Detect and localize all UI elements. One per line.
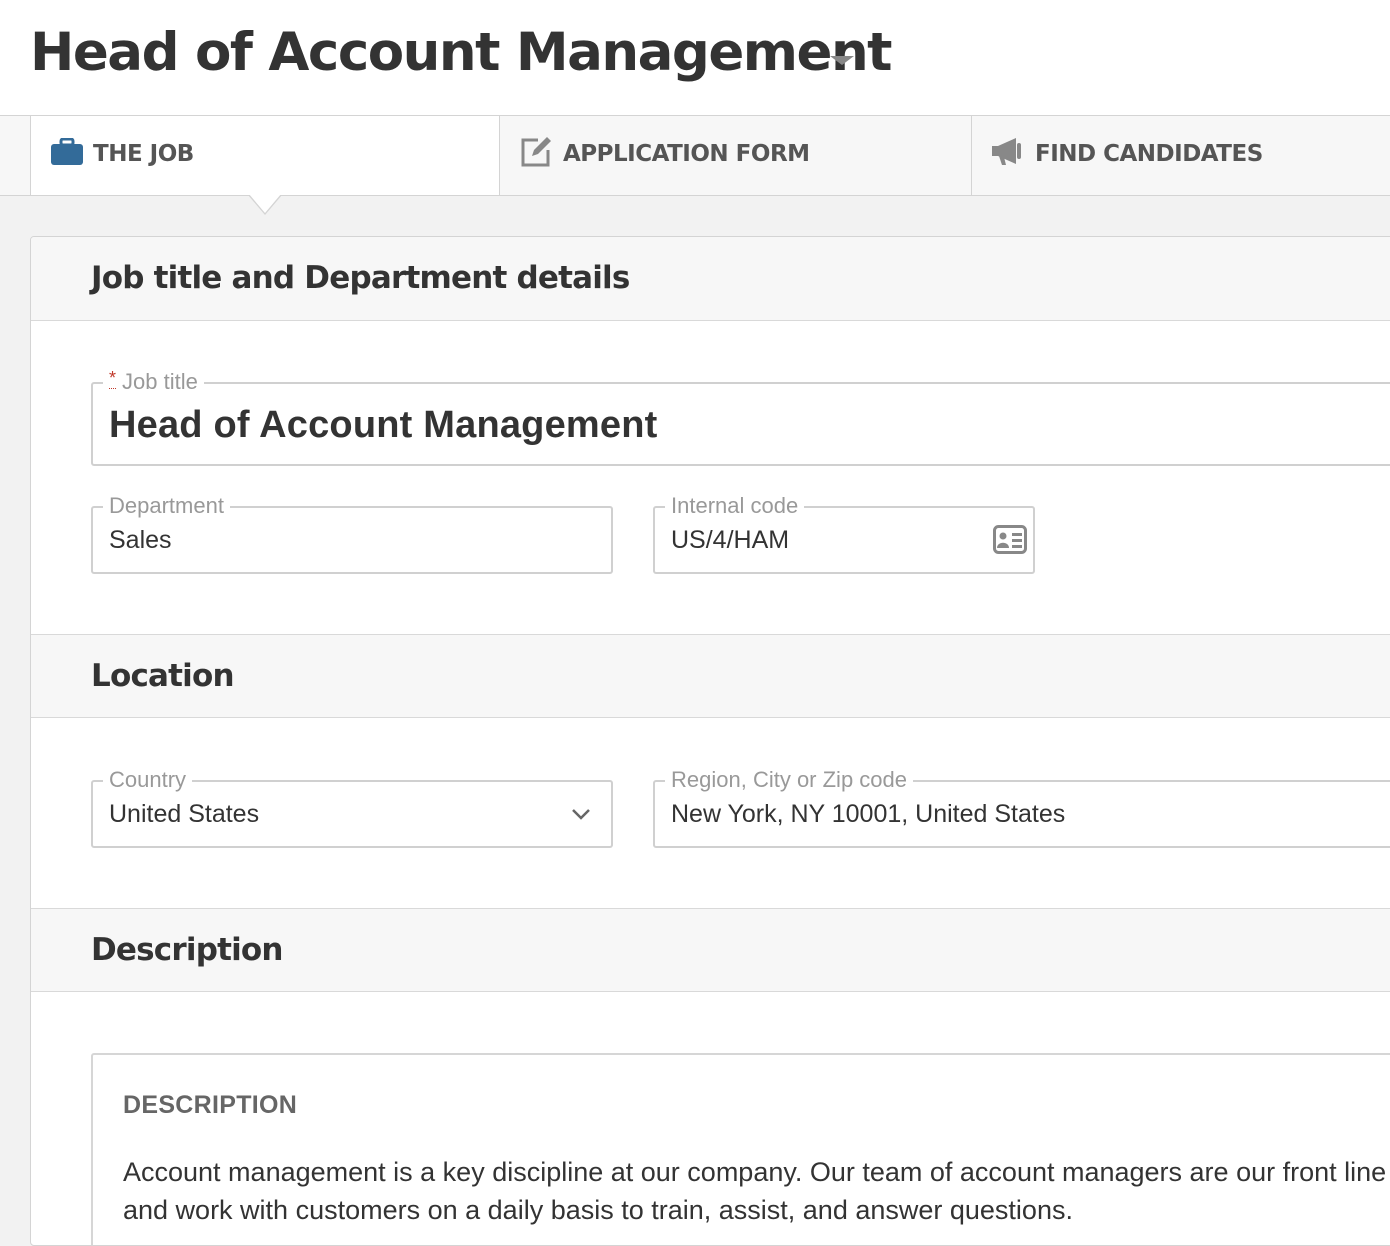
briefcase-icon [51, 138, 83, 165]
megaphone-icon [992, 138, 1021, 165]
chevron-down-icon [572, 809, 590, 820]
country-select[interactable]: Country United States [91, 767, 613, 848]
section-title: Job title and Department details [91, 260, 630, 296]
job-title-value: Head of Account Management [109, 404, 658, 446]
field-label: Department [103, 493, 230, 519]
description-text: Account management is a key discipline a… [123, 1157, 1387, 1225]
id-card-icon[interactable] [993, 525, 1027, 555]
required-marker: * [109, 368, 117, 389]
tab-bar: THE JOB APPLICATION FORM FIND CANDIDATES [0, 116, 1390, 196]
region-value: New York, NY 10001, United States [671, 800, 1066, 828]
internal-code-value: US/4/HAM [671, 526, 790, 554]
department-value: Sales [109, 526, 172, 554]
job-details-card: Job title and Department details * Job ti… [30, 236, 1390, 1246]
field-label: Country [103, 767, 193, 793]
description-editor[interactable]: DESCRIPTION Account management is a key … [91, 1053, 1390, 1245]
field-label: Internal code [665, 493, 805, 519]
tab-find-candidates[interactable]: FIND CANDIDATES [972, 116, 1390, 195]
edit-form-icon [521, 137, 551, 167]
section-title: Location [91, 658, 235, 694]
title-dropdown-caret-icon[interactable] [830, 56, 854, 65]
page-header: Head of Account Management [0, 0, 1390, 116]
section-title: Description [91, 932, 284, 968]
tab-label: FIND CANDIDATES [1035, 141, 1263, 167]
description-heading: DESCRIPTION [123, 1091, 298, 1119]
section-header-location: Location [31, 634, 1390, 718]
tab-label: APPLICATION FORM [563, 141, 810, 167]
department-field[interactable]: Department Sales [91, 493, 613, 574]
field-label: * Job title [103, 368, 204, 395]
country-value: United States [109, 800, 260, 828]
tab-label: THE JOB [93, 141, 194, 167]
tab-the-job[interactable]: THE JOB [30, 116, 500, 195]
page-title: Head of Account Management [30, 22, 893, 83]
internal-code-field[interactable]: Internal code US/4/HAM [653, 493, 1035, 574]
job-title-field[interactable]: * Job title Head of Account Management [91, 368, 1390, 466]
section-header-description: Description [31, 908, 1390, 992]
region-input[interactable]: Region, City or Zip code New York, NY 10… [653, 767, 1390, 848]
tab-application-form[interactable]: APPLICATION FORM [500, 116, 972, 195]
section-header-job: Job title and Department details [31, 237, 1390, 321]
field-label: Region, City or Zip code [665, 767, 913, 793]
